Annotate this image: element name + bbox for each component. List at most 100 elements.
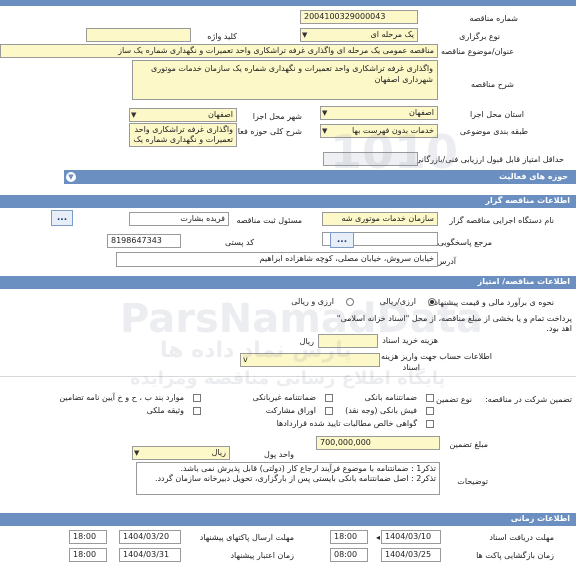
opening-time[interactable]: 08:00: [330, 548, 368, 562]
reference-lookup-button[interactable]: ...: [330, 232, 354, 248]
bonds-label: اوراق مشارکت: [265, 406, 316, 415]
currency-value: ریال: [211, 448, 226, 457]
validity-date[interactable]: 1404/03/31: [119, 548, 181, 562]
send-deadline-label: مهلت ارسال پاکتهای پیشنهاد: [199, 533, 294, 542]
validity-time[interactable]: 18:00: [69, 548, 107, 562]
other-guarantee-label: موارد بند ب ، ح و خ آیین نامه تضامین: [59, 393, 184, 402]
send-deadline-date[interactable]: 1404/03/20: [119, 530, 181, 544]
time-icon: ◂: [375, 533, 380, 542]
notes-label: توضیحات: [457, 477, 488, 486]
receive-deadline-label: مهلت دریافت اسناد: [489, 533, 554, 542]
currency-select[interactable]: ریال ▼: [132, 446, 230, 460]
proposal-method-label: نحوه ی برآورد مالی و قیمت پیشنهادی: [428, 298, 554, 307]
opening-date[interactable]: 1404/03/25: [381, 548, 441, 562]
pricing-section-header: اطلاعات مناقصه/ امتیاز: [0, 276, 576, 289]
subject-field[interactable]: مناقصه عمومی یک مرحله ای واگذاری غرفه تر…: [0, 44, 438, 58]
doc-fee-label: هزینه خرید اسناد: [382, 336, 438, 345]
category-value: خدمات بدون فهرست بها: [351, 126, 434, 135]
province-value: اصفهان: [408, 108, 434, 117]
account-arrow: v: [243, 355, 248, 364]
guarantee-type-label: نوع تضمین: [436, 395, 472, 404]
watermark-tagline: پایگاه اطلاع رسانی مناقصه ومزایده: [130, 368, 446, 389]
hold-type-label: نوع برگزاری: [459, 32, 500, 41]
chevron-down-icon: ▼: [131, 111, 137, 119]
address-label: آدرس: [436, 257, 456, 266]
cash-deposit-label: فیش بانکی (وجه نقد): [345, 406, 417, 415]
activity-field[interactable]: واگذاری غرفه تراشکاری واحد تعمیرات و نگه…: [129, 123, 237, 147]
postal-code-label: کد پستی: [225, 238, 254, 247]
bank-guarantee-checkbox[interactable]: [426, 394, 434, 402]
currency-label: واحد پول: [264, 450, 294, 459]
doc-fee-unit: ریال: [299, 337, 314, 346]
guarantee-amount-field[interactable]: 700,000,000: [316, 436, 440, 450]
participation-guarantee-label: تضمین شرکت در مناقصه:: [484, 395, 572, 404]
min-score-label: حداقل امتیاز قابل قبول ارزیابی فنی/بازرگ…: [415, 155, 564, 164]
account-label-1: اطلاعات حساب جهت واریز هزینه خرید: [362, 352, 492, 361]
bank-guarantee-label: ضمانتنامه بانکی: [364, 393, 417, 402]
city-label: شهر محل اجرا: [252, 112, 302, 121]
address-field[interactable]: خیابان سروش، خیابان مصلی، کوچه شاهزاده ا…: [116, 252, 438, 267]
agency-label: نام دستگاه اجرایی مناقصه گزار: [449, 216, 554, 225]
note-2: تذکر2 : اصل ضمانتنامه بانکی بایستی پس از…: [154, 474, 436, 483]
chevron-down-icon: ▼: [322, 127, 328, 135]
category-select[interactable]: خدمات بدون فهرست بها ▼: [320, 124, 438, 138]
receive-deadline-date[interactable]: 1404/03/10: [381, 530, 441, 544]
city-select[interactable]: اصفهان ▼: [129, 108, 237, 122]
collapse-icon[interactable]: ▼: [66, 172, 76, 182]
account-select[interactable]: v: [240, 353, 380, 367]
top-header-bar: [0, 0, 576, 6]
receive-deadline-time[interactable]: 18:00: [330, 530, 368, 544]
keyword-label: کلید واژه: [207, 32, 237, 41]
option-rial-and-fx-radio[interactable]: [346, 298, 354, 306]
description-label: شرح مناقصه: [470, 80, 514, 89]
timing-section-header: اطلاعات زمانی: [0, 513, 576, 526]
chevron-down-icon: ▼: [322, 109, 328, 117]
receivables-certificate-checkbox[interactable]: [426, 420, 434, 428]
doc-fee-field[interactable]: [318, 334, 378, 348]
organizer-section-header: اطلاعات مناقصه گزار: [0, 195, 576, 208]
tender-number-label: شماره مناقصه: [469, 14, 518, 23]
other-guarantee-checkbox[interactable]: [193, 394, 201, 402]
note-1: تذکر1 : ضمانتنامه با موضوع فرآیند ارجاع …: [180, 464, 436, 473]
nonbank-guarantee-checkbox[interactable]: [325, 394, 333, 402]
hold-type-value: یک مرحله ای: [370, 30, 414, 39]
postal-code-field[interactable]: 8198647343: [107, 234, 181, 248]
description-field[interactable]: واگذاری غرفه تراشکاری واحد تعمیرات و نگه…: [132, 60, 438, 100]
guarantee-amount-label: مبلغ تضمین: [449, 440, 488, 449]
nonbank-guarantee-label: ضمانتنامه غیربانکی: [252, 393, 316, 402]
organizer-more-button[interactable]: ...: [51, 210, 73, 226]
reference-label: مرجع پاسخگویی: [437, 238, 492, 247]
send-deadline-time[interactable]: 18:00: [69, 530, 107, 544]
agency-field[interactable]: سازمان خدمات موتوری شه: [322, 212, 438, 226]
account-label-2: اسناد: [402, 363, 420, 372]
option-rial-or-fx-radio[interactable]: [428, 298, 436, 306]
subject-label: عنوان/موضوع مناقصه: [441, 47, 514, 56]
option-rial-or-fx-label: ارزی/ریالی: [379, 297, 416, 306]
option-rial-and-fx-label: ارزی و ریالی: [291, 297, 334, 306]
validity-label: زمان اعتبار پیشنهاد: [230, 551, 294, 560]
activity-areas-bar[interactable]: حوزه های فعالیت: [64, 170, 576, 184]
payment-note-line-1: پرداخت تمام و یا بخشی از مبلغ مناقصه، از…: [336, 314, 572, 323]
min-score-field[interactable]: [323, 152, 418, 166]
notes-field[interactable]: تذکر1 : ضمانتنامه با موضوع فرآیند ارجاع …: [136, 462, 440, 495]
hold-type-select[interactable]: یک مرحله ای ▼: [300, 28, 418, 42]
divider: [0, 376, 576, 377]
bonds-checkbox[interactable]: [325, 407, 333, 415]
province-label: استان محل اجرا: [469, 110, 524, 119]
responsible-label: مسئول ثبت مناقصه: [236, 216, 302, 225]
property-collateral-label: وثیقه ملکی: [146, 406, 184, 415]
category-label: طبقه بندی موضوعی: [459, 127, 528, 136]
receive-deadline-sep: ◂: [376, 533, 380, 542]
responsible-field[interactable]: فریده بشارت: [129, 212, 229, 226]
payment-note-line-2: اهد بود.: [546, 324, 572, 333]
province-select[interactable]: اصفهان ▼: [320, 106, 438, 120]
tender-number-field[interactable]: 2004100329000043: [300, 10, 418, 24]
city-value: اصفهان: [207, 110, 233, 119]
chevron-down-icon: ▼: [134, 449, 140, 457]
chevron-down-icon: ▼: [302, 31, 308, 39]
activity-areas-title: حوزه های فعالیت: [498, 172, 568, 181]
property-collateral-checkbox[interactable]: [193, 407, 201, 415]
keyword-input[interactable]: [86, 28, 191, 42]
receivables-certificate-label: گواهی خالص مطالبات تایید شده قراردادها: [276, 419, 417, 428]
cash-deposit-checkbox[interactable]: [426, 407, 434, 415]
